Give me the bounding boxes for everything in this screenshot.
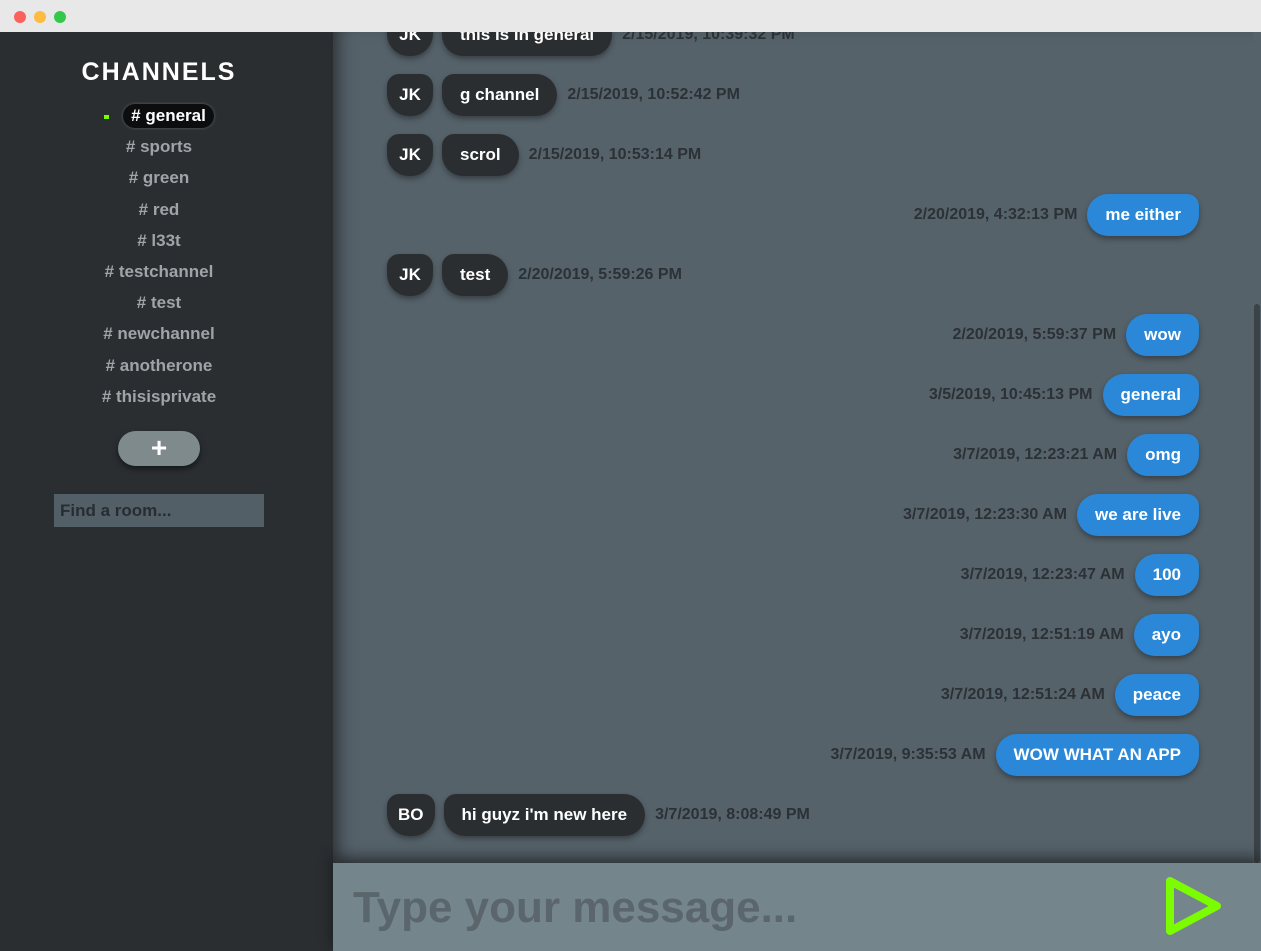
message-bubble: g channel (442, 74, 558, 116)
channel-label: # thisisprivate (101, 386, 217, 406)
scrollbar-thumb[interactable] (1254, 304, 1260, 863)
message-timestamp: 3/5/2019, 10:45:13 PM (928, 386, 1093, 403)
maximize-window-icon[interactable] (54, 11, 66, 23)
message-timestamp: 3/7/2019, 12:23:21 AM (953, 446, 1118, 463)
channel-item[interactable]: # general (0, 104, 318, 135)
channel-item[interactable]: # anotherone (0, 354, 318, 385)
channel-label: # anotherone (105, 355, 213, 375)
channel-label: # test (136, 293, 182, 313)
close-window-icon[interactable] (14, 11, 26, 23)
channel-item[interactable]: # green (0, 166, 318, 197)
message-bubble: WOW WHAT AN APP (995, 734, 1199, 776)
message-bubble: omg (1127, 434, 1199, 476)
message-row-outgoing: 2/20/2019, 4:32:13 PM me either (914, 194, 1199, 236)
avatar: JK (387, 134, 433, 176)
scrollbar-track[interactable] (1253, 32, 1261, 863)
channel-label: # newchannel (103, 324, 215, 344)
message-row-outgoing: 3/7/2019, 12:23:21 AM omg (953, 434, 1199, 476)
channel-item[interactable]: # l33t (0, 229, 318, 260)
message-row-incoming: JK scrol 2/15/2019, 10:53:14 PM (387, 134, 701, 176)
message-composer (333, 863, 1261, 951)
message-row-incoming: BO hi guyz i'm new here 3/7/2019, 8:08:49 … (387, 794, 810, 836)
message-timestamp: 3/7/2019, 12:51:19 AM (959, 626, 1124, 643)
channel-label: # sports (125, 137, 193, 157)
channel-label: # green (128, 168, 190, 188)
avatar: JK (387, 32, 433, 56)
message-timestamp: 2/20/2019, 5:59:26 PM (518, 266, 682, 283)
message-row-outgoing: 3/7/2019, 12:51:24 AM peace (941, 674, 1199, 716)
message-timestamp: 3/7/2019, 12:51:24 AM (940, 686, 1105, 703)
avatar: BO (387, 794, 435, 836)
play-triangle-icon (1166, 877, 1221, 935)
title-bar (0, 0, 1261, 33)
message-timestamp: 2/15/2019, 10:39:32 PM (622, 32, 795, 43)
message-timestamp: 3/7/2019, 9:35:53 AM (830, 746, 986, 763)
message-row-outgoing: 3/7/2019, 12:23:47 AM 100 (961, 554, 1199, 596)
channel-item[interactable]: # thisisprivate (0, 385, 318, 416)
minimize-window-icon[interactable] (34, 11, 46, 23)
message-bubble: we are live (1076, 494, 1199, 536)
message-row-incoming: JK g channel 2/15/2019, 10:52:42 PM (387, 74, 740, 116)
message-bubble: this is in general (442, 32, 613, 56)
app-window: CHANNELS # general # sports # green # red # … (0, 0, 1261, 951)
channel-item[interactable]: # red (0, 198, 318, 229)
channel-list: # general # sports # green # red # l33t # tes… (0, 104, 318, 416)
channel-item[interactable]: # testchannel (0, 260, 318, 291)
channel-item[interactable]: # sports (0, 135, 318, 166)
message-row-outgoing: 3/7/2019, 12:23:30 AM we are live (903, 494, 1199, 536)
message-timestamp: 2/20/2019, 4:32:13 PM (913, 206, 1078, 223)
message-row-incoming: JK test 2/20/2019, 5:59:26 PM (387, 254, 682, 296)
message-bubble: test (442, 254, 509, 296)
message-bubble: peace (1114, 674, 1199, 716)
channel-item[interactable]: # newchannel (0, 322, 318, 353)
message-timestamp: 3/7/2019, 8:08:49 PM (655, 806, 810, 823)
avatar: JK (387, 74, 433, 116)
message-list: JK this is in general 2/15/2019, 10:39:32 … (333, 32, 1253, 863)
chat-panel: JK this is in general 2/15/2019, 10:39:32 … (333, 32, 1261, 863)
message-bubble: scrol (442, 134, 519, 176)
channel-label: # l33t (137, 230, 181, 250)
message-bubble: 100 (1134, 554, 1199, 596)
message-row-outgoing: 3/5/2019, 10:45:13 PM general (929, 374, 1199, 416)
channel-item[interactable]: # test (0, 291, 318, 322)
message-row-incoming: JK this is in general 2/15/2019, 10:39:32 … (387, 32, 795, 56)
channel-label: # testchannel (104, 261, 214, 281)
message-input[interactable] (351, 871, 1135, 945)
message-bubble: general (1102, 374, 1199, 416)
message-timestamp: 2/15/2019, 10:53:14 PM (528, 146, 702, 163)
message-row-outgoing: 3/7/2019, 9:35:53 AM WOW WHAT AN APP (830, 734, 1199, 776)
add-channel-button[interactable]: + (118, 431, 200, 466)
channels-heading: CHANNELS (81, 58, 237, 86)
message-timestamp: 3/7/2019, 12:23:30 AM (903, 506, 1067, 523)
avatar: JK (387, 254, 433, 296)
message-bubble: me either (1087, 194, 1199, 236)
channel-label: # general (123, 104, 214, 128)
message-timestamp: 2/15/2019, 10:52:42 PM (567, 86, 740, 103)
active-indicator-icon (104, 114, 110, 119)
message-row-outgoing: 3/7/2019, 12:51:19 AM ayo (960, 614, 1199, 656)
message-timestamp: 3/7/2019, 12:23:47 AM (960, 566, 1125, 583)
send-button[interactable] (1161, 875, 1227, 941)
message-bubble: ayo (1133, 614, 1199, 656)
find-room-input[interactable] (54, 494, 264, 527)
message-row-outgoing: 2/20/2019, 5:59:37 PM wow (952, 314, 1199, 356)
message-timestamp: 2/20/2019, 5:59:37 PM (952, 326, 1117, 343)
message-bubble: hi guyz i'm new here (443, 794, 646, 836)
sidebar: CHANNELS # general # sports # green # red # … (0, 32, 333, 951)
channel-label: # red (138, 199, 180, 219)
message-bubble: wow (1126, 314, 1199, 356)
